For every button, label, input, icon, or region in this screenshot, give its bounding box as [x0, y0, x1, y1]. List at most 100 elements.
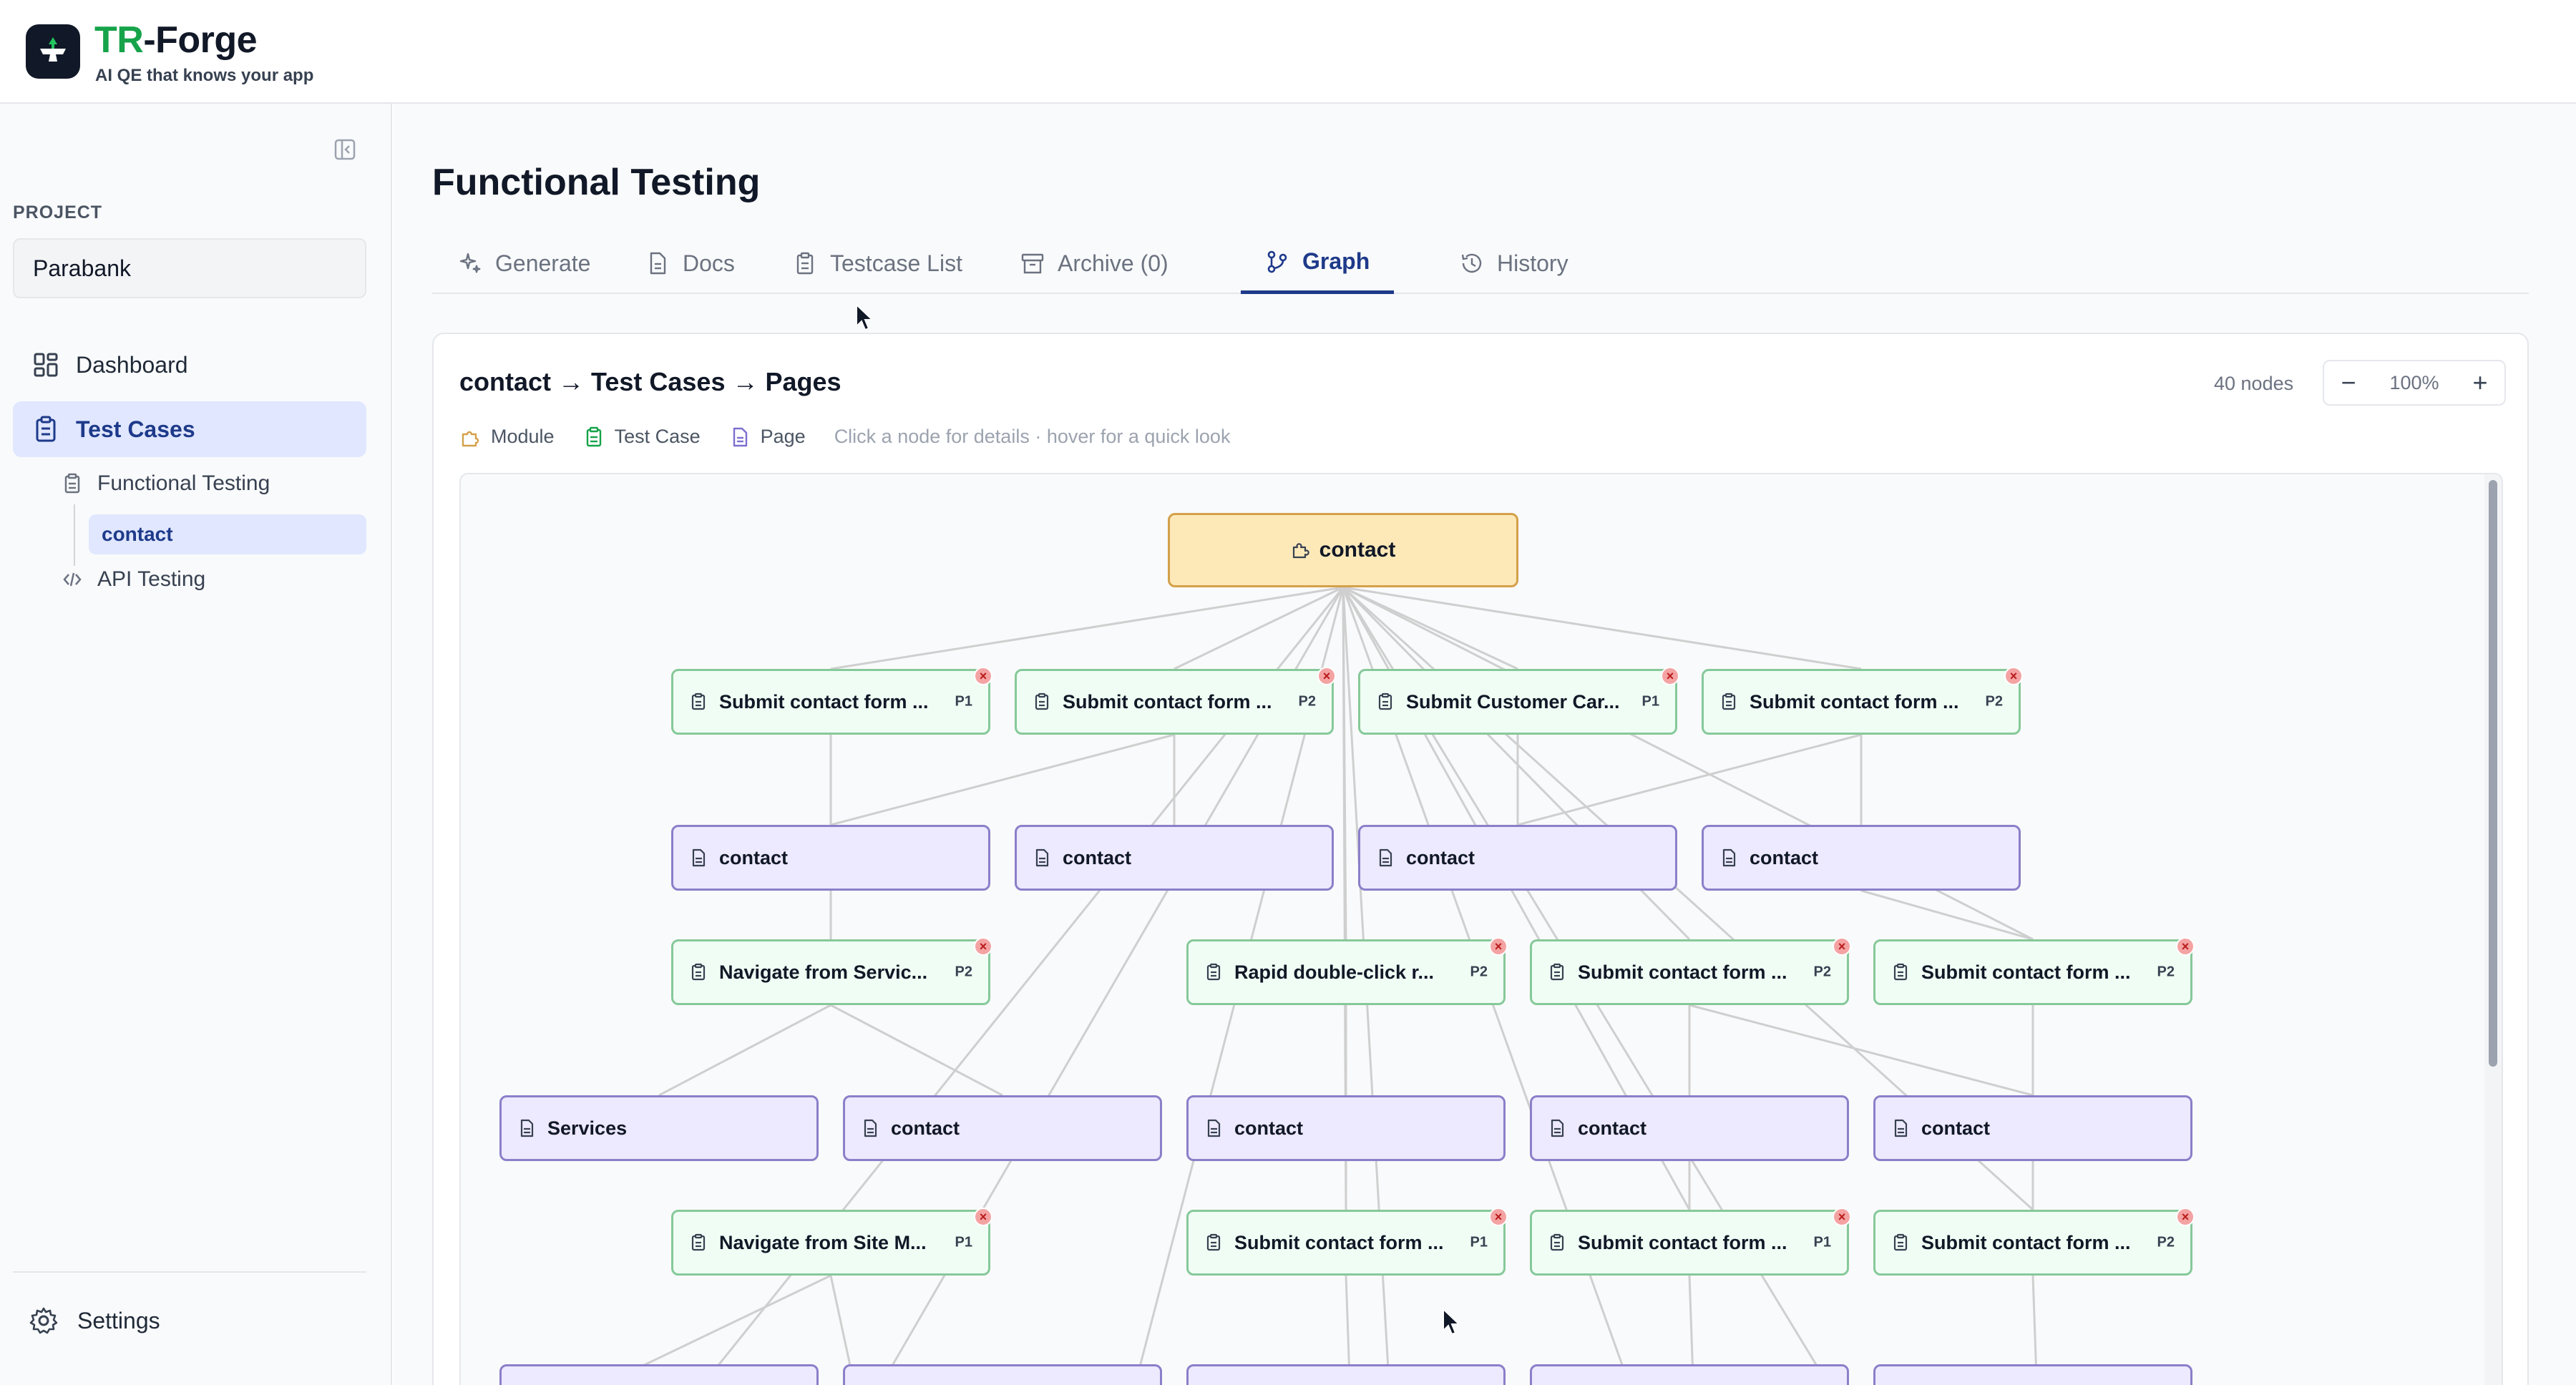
graph-test-case-node[interactable]: Submit contact form ... P1 ×: [1186, 1208, 1508, 1276]
graph-legend: Module Test Case Page Click a node for d…: [459, 426, 1230, 448]
clipboard-icon: [586, 426, 601, 446]
tab-generate[interactable]: Generate: [458, 233, 590, 294]
tab-docs[interactable]: Docs: [645, 233, 735, 294]
graph-page-node[interactable]: Services: [499, 1095, 819, 1161]
graph-page-node[interactable]: contact: [1015, 825, 1334, 891]
sidebar-subitem-api-testing[interactable]: API Testing: [62, 567, 205, 592]
canvas-scrollbar[interactable]: [2484, 474, 2502, 1385]
graph-test-case-node[interactable]: Submit contact form ... P1 ×: [1530, 1208, 1851, 1276]
node-label: Submit contact form ...: [1750, 690, 1959, 713]
remove-node-button[interactable]: ×: [1833, 1208, 1851, 1226]
project-selector[interactable]: Parabank: [13, 238, 366, 298]
tab-label: Docs: [683, 250, 735, 276]
close-icon: ×: [1494, 1210, 1503, 1224]
close-icon: ×: [979, 1210, 987, 1224]
zoom-in-button[interactable]: +: [2456, 368, 2504, 398]
graph-test-case-node[interactable]: Submit contact form ... P2 ×: [1702, 667, 2023, 735]
graph-page-node[interactable]: [1530, 1364, 1849, 1385]
tab-bar: Generate Docs Testcase List Archive (0) …: [432, 233, 2529, 294]
settings-label: Settings: [77, 1307, 160, 1333]
clipboard-icon: [689, 963, 708, 982]
graph-page-node[interactable]: [1873, 1364, 2192, 1385]
graph-test-case-node[interactable]: Submit contact form ... P1 ×: [671, 667, 992, 735]
tab-label: Generate: [495, 250, 591, 276]
sidebar-item-settings[interactable]: Settings: [29, 1306, 160, 1336]
priority-badge: P2: [2157, 964, 2175, 980]
node-label: Submit contact form ...: [1921, 1231, 2131, 1253]
puzzle-icon: [462, 431, 479, 446]
graph-page-node[interactable]: contact: [1358, 825, 1677, 891]
remove-node-button[interactable]: ×: [1661, 667, 1679, 685]
remove-node-button[interactable]: ×: [1489, 937, 1508, 956]
priority-badge: P1: [1470, 1234, 1488, 1251]
remove-node-button[interactable]: ×: [2176, 937, 2195, 956]
graph-page-node[interactable]: [499, 1364, 819, 1385]
legend-module-label: Module: [491, 426, 555, 447]
clipboard-icon: [689, 1233, 708, 1252]
graph-test-case-node[interactable]: Submit Customer Car... P1 ×: [1358, 667, 1679, 735]
graph-page-node[interactable]: contact: [1873, 1095, 2192, 1161]
tab-testcase-list[interactable]: Testcase List: [793, 233, 962, 294]
remove-node-button[interactable]: ×: [1489, 1208, 1508, 1226]
zoom-out-button[interactable]: −: [2324, 368, 2373, 398]
graph-test-case-node[interactable]: Submit contact form ... P2 ×: [1873, 1208, 2195, 1276]
graph-page-node[interactable]: contact: [1186, 1095, 1506, 1161]
node-label: contact: [1921, 1117, 1991, 1139]
document-icon: [1204, 1119, 1223, 1137]
graph-page-node[interactable]: [1186, 1364, 1506, 1385]
graph-test-case-node[interactable]: Navigate from Site M... P1 ×: [671, 1208, 992, 1276]
remove-node-button[interactable]: ×: [1317, 667, 1336, 685]
app-logo[interactable]: [26, 24, 80, 79]
tab-label: Graph: [1302, 248, 1370, 274]
dashboard-icon: [34, 353, 58, 377]
graph-test-case-node[interactable]: Submit contact form ... P2 ×: [1873, 937, 2195, 1005]
sidebar-item-label: Test Cases: [76, 416, 195, 442]
legend-module: Module: [459, 426, 555, 448]
tab-archive[interactable]: Archive (0): [1020, 233, 1169, 294]
app-tagline: AI QE that knows your app: [95, 66, 314, 85]
node-label: Services: [547, 1117, 628, 1139]
sidebar-item-dashboard[interactable]: Dashboard: [13, 337, 366, 393]
tab-graph[interactable]: Graph: [1241, 233, 1395, 294]
remove-node-button[interactable]: ×: [2176, 1208, 2195, 1226]
document-icon: [1033, 848, 1051, 867]
graph-icon: [1267, 250, 1287, 273]
legend-page-label: Page: [760, 426, 806, 447]
graph-page-node[interactable]: [843, 1364, 1162, 1385]
tab-history[interactable]: History: [1460, 233, 1568, 294]
main-content: Functional Testing Generate Docs Testcas…: [394, 104, 2576, 1385]
graph-page-node[interactable]: contact: [671, 825, 990, 891]
clipboard-icon: [36, 416, 56, 442]
graph-page-node[interactable]: contact: [1530, 1095, 1849, 1161]
sidebar-collapse-icon[interactable]: [333, 138, 356, 161]
node-label: Submit contact form ...: [1921, 961, 2131, 983]
graph-page-node[interactable]: contact: [1702, 825, 2021, 891]
remove-node-button[interactable]: ×: [974, 667, 992, 685]
graph-test-case-node[interactable]: Submit contact form ... P2 ×: [1530, 937, 1851, 1005]
legend-test-case: Test Case: [583, 426, 701, 448]
close-icon: ×: [2181, 939, 2190, 954]
sidebar-subitem-contact[interactable]: contact: [89, 514, 366, 554]
close-icon: ×: [2009, 669, 2018, 683]
remove-node-button[interactable]: ×: [974, 1208, 992, 1226]
canvas-scrollbar-thumb[interactable]: [2489, 480, 2497, 1067]
clipboard-icon: [796, 252, 814, 275]
graph-test-case-node[interactable]: Submit contact form ... P2 ×: [1015, 667, 1336, 735]
document-icon: [1548, 1119, 1566, 1137]
remove-node-button[interactable]: ×: [2004, 667, 2023, 685]
graph-canvas[interactable]: contact Submit contact form ... P1 × Submit …: [459, 473, 2503, 1385]
node-label: Submit contact form ...: [1234, 1231, 1444, 1253]
clipboard-icon: [1891, 1233, 1910, 1252]
remove-node-button[interactable]: ×: [1833, 937, 1851, 956]
document-icon: [1719, 848, 1738, 867]
priority-badge: P1: [1813, 1234, 1831, 1251]
graph-test-case-node[interactable]: Navigate from Servic... P2 ×: [671, 937, 992, 1005]
node-label: Navigate from Servic...: [719, 961, 928, 983]
sidebar-item-test-cases[interactable]: Test Cases: [13, 401, 366, 457]
remove-node-button[interactable]: ×: [974, 937, 992, 956]
sidebar-subitem-functional-testing[interactable]: Functional Testing: [62, 471, 270, 496]
graph-module-node[interactable]: contact: [1168, 513, 1518, 587]
graph-test-case-node[interactable]: Rapid double-click r... P2 ×: [1186, 937, 1508, 1005]
graph-page-node[interactable]: contact: [843, 1095, 1162, 1161]
priority-badge: P2: [1470, 964, 1488, 980]
